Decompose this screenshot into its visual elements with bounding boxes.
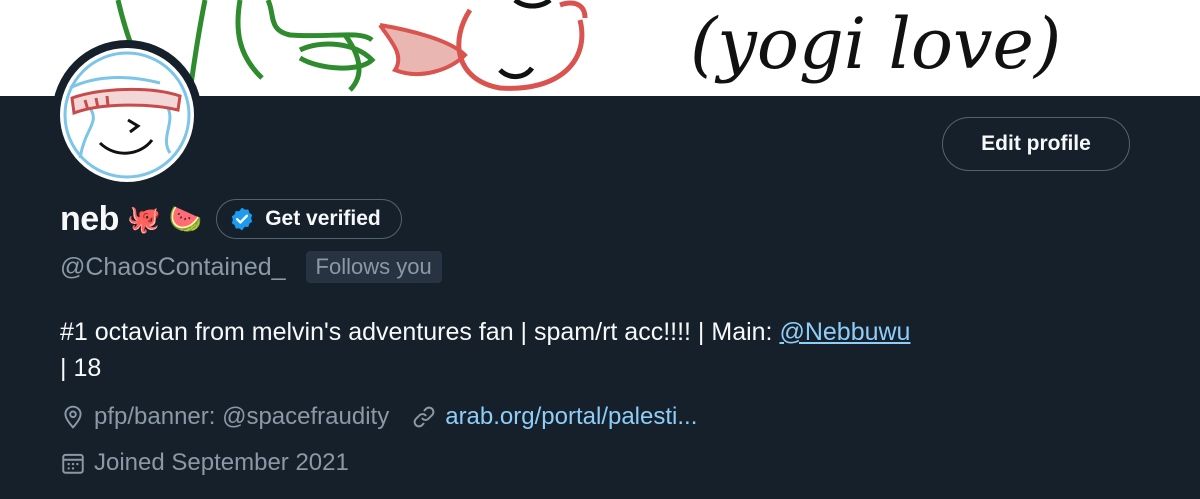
link-icon xyxy=(411,404,437,430)
handle-row: @ChaosContained_ Follows you xyxy=(60,251,442,283)
verified-badge-icon xyxy=(229,206,255,232)
bio-mention-link[interactable]: @Nebbuwu xyxy=(779,318,910,346)
profile-bio: #1 octavian from melvin's adventures fan… xyxy=(60,314,1160,386)
display-name: neb xyxy=(60,199,119,238)
avatar-image xyxy=(60,48,194,182)
joined-date: Joined September 2021 xyxy=(94,449,349,476)
user-handle: @ChaosContained_ xyxy=(60,252,286,281)
follows-you-badge: Follows you xyxy=(305,251,442,283)
bio-text: #1 octavian from melvin's adventures fan… xyxy=(60,318,780,346)
bio-suffix: | 18 xyxy=(60,354,102,382)
calendar-icon xyxy=(60,450,86,476)
get-verified-button[interactable]: Get verified xyxy=(216,199,402,239)
name-row: neb 🐙 🍉 Get verified xyxy=(60,196,402,242)
banner-handwriting: (yogi love) xyxy=(690,3,1061,85)
location-item: pfp/banner: @spacefraudity xyxy=(60,403,389,431)
octopus-emoji: 🐙 xyxy=(126,204,161,235)
website-item[interactable]: arab.org/portal/palesti... xyxy=(411,403,697,431)
edit-profile-button[interactable]: Edit profile xyxy=(942,117,1130,171)
watermelon-emoji: 🍉 xyxy=(168,204,203,235)
joined-row: Joined September 2021 xyxy=(60,446,349,480)
website-link[interactable]: arab.org/portal/palesti... xyxy=(445,403,697,431)
location-text: pfp/banner: @spacefraudity xyxy=(94,403,390,430)
get-verified-label: Get verified xyxy=(265,207,381,230)
avatar[interactable] xyxy=(52,40,202,190)
profile-meta-row: pfp/banner: @spacefraudity arab.org/port… xyxy=(60,400,719,434)
location-pin-icon xyxy=(60,404,86,430)
